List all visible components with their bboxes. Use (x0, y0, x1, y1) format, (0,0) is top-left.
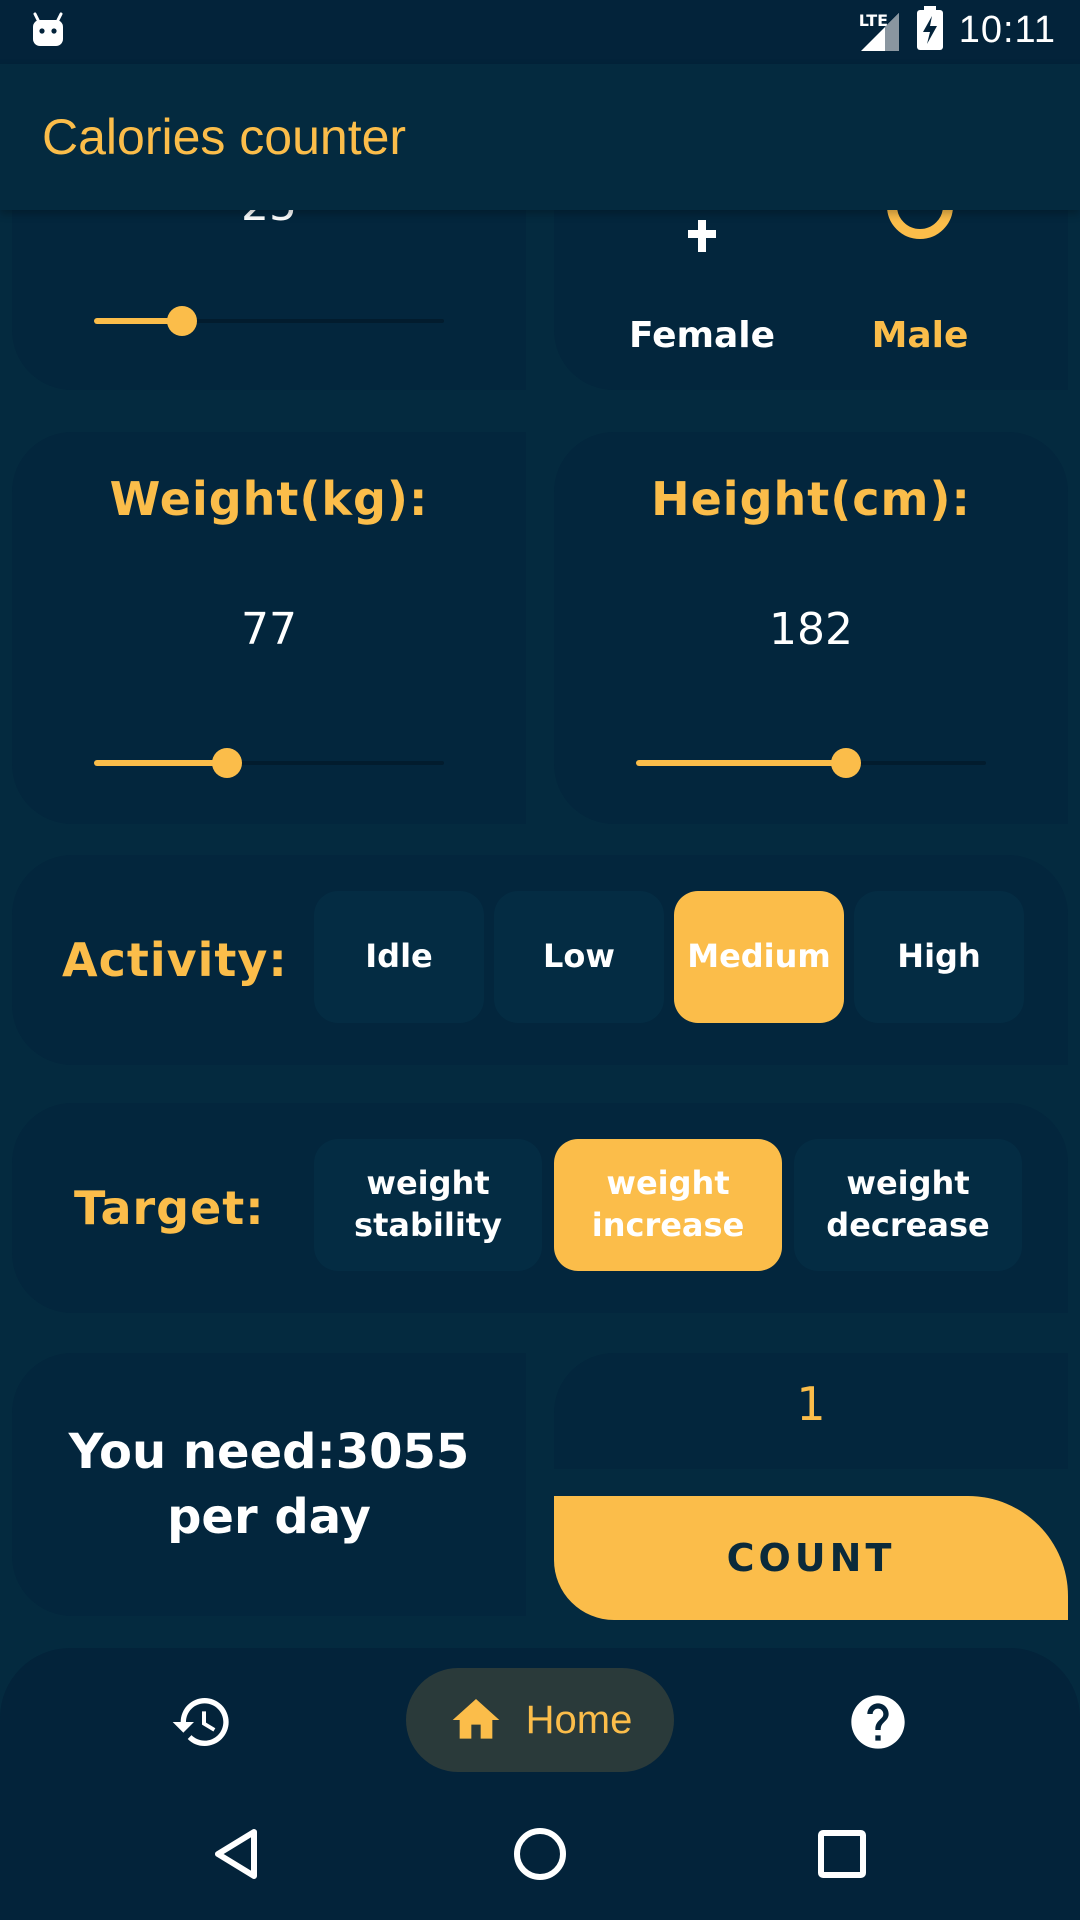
age-value: 25 (12, 210, 526, 231)
history-icon (172, 1698, 229, 1746)
weight-slider[interactable] (94, 748, 444, 778)
recents-button[interactable] (812, 1824, 872, 1884)
activity-option-idle[interactable]: Idle (314, 891, 484, 1023)
slider-fill (94, 760, 227, 766)
activity-label: Activity: (62, 933, 288, 987)
nav-home-label: Home (525, 1697, 633, 1742)
age-card: 25 (12, 210, 526, 390)
gender-option-female[interactable]: Female (602, 210, 802, 370)
target-option-increase[interactable]: weight increase (554, 1139, 782, 1271)
status-time: 10:11 (958, 8, 1056, 51)
height-value: 182 (769, 604, 853, 655)
bottom-navigation: Home (0, 1648, 1080, 1788)
height-label: Height(cm): (651, 472, 971, 526)
result-text: You need:3055 per day (12, 1353, 526, 1616)
nav-home-button[interactable]: Home (406, 1668, 674, 1772)
gender-option-male[interactable]: Male (820, 210, 1020, 370)
result-line-2: per day (167, 1488, 371, 1545)
home-icon (452, 1699, 499, 1739)
square-recents-icon (818, 1830, 866, 1878)
target-label: Target: (74, 1181, 265, 1235)
battery-charging-icon (915, 6, 945, 54)
height-card: Height(cm): 182 (554, 432, 1068, 824)
activity-option-high[interactable]: High (854, 891, 1024, 1023)
back-icon (215, 1829, 257, 1879)
status-bar: LTE 10:11 (0, 0, 1080, 64)
weight-label: Weight(kg): (109, 472, 429, 526)
target-option-stability[interactable]: weight stability (314, 1139, 542, 1271)
height-slider[interactable] (636, 748, 986, 778)
male-icon (887, 210, 953, 239)
help-icon (851, 1695, 905, 1749)
gender-label-male: Male (871, 315, 969, 356)
slider-thumb[interactable] (831, 748, 861, 778)
nav-help-button[interactable] (846, 1690, 910, 1754)
weight-value: 77 (241, 604, 297, 655)
activity-option-medium[interactable]: Medium (674, 891, 844, 1023)
signal-icon: LTE (855, 7, 901, 53)
circle-home-icon (514, 1828, 566, 1880)
system-navigation-bar (0, 1788, 1080, 1920)
weight-card: Weight(kg): 77 (12, 432, 526, 824)
target-option-decrease[interactable]: weight decrease (794, 1139, 1022, 1271)
female-icon (688, 220, 716, 252)
multiplier-card[interactable]: 1 (554, 1353, 1068, 1469)
slider-thumb[interactable] (166, 306, 197, 336)
count-button[interactable]: COUNT (554, 1496, 1068, 1620)
back-button[interactable] (208, 1824, 268, 1884)
activity-option-low[interactable]: Low (494, 891, 664, 1023)
slider-fill (636, 760, 846, 766)
gender-label-female: Female (628, 315, 776, 356)
app-bar: Calories counter (0, 64, 1080, 210)
nav-history-button[interactable] (170, 1690, 234, 1754)
gender-card: Female Male (554, 210, 1068, 390)
activity-card: Activity: Idle Low Medium High (12, 855, 1068, 1065)
multiplier-value: 1 (796, 1377, 826, 1431)
target-card: Target: weight stability weight increase… (12, 1103, 1068, 1313)
app-title: Calories counter (42, 109, 407, 165)
home-system-button[interactable] (510, 1824, 570, 1884)
main-content[interactable]: 25 Female Male Weight(kg): 77 (0, 210, 1080, 1640)
result-card: You need:3055 per day (12, 1353, 526, 1616)
age-slider[interactable] (94, 306, 444, 336)
slider-thumb[interactable] (212, 748, 242, 778)
result-line-1: You need:3055 (68, 1423, 470, 1480)
android-icon (30, 12, 66, 52)
